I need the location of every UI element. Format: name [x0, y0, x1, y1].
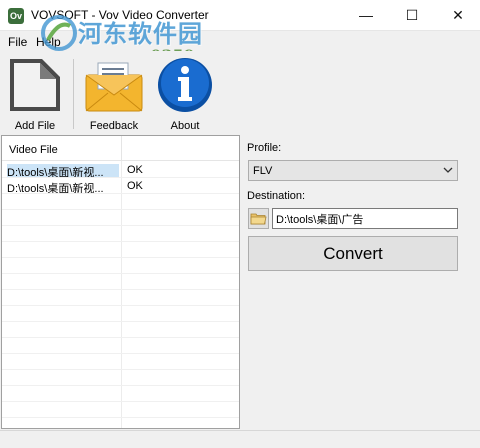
list-header: Video File — [2, 136, 239, 161]
empty-row — [2, 226, 239, 242]
empty-row — [2, 370, 239, 386]
empty-row — [2, 338, 239, 354]
empty-row — [2, 402, 239, 418]
app-icon[interactable]: Ov — [8, 8, 24, 24]
empty-row — [2, 210, 239, 226]
toolbar: Add File Feedback About — [0, 51, 480, 135]
title-bar: Ov VOVSOFT - Vov Video Converter — ☐ ✕ — [0, 0, 480, 31]
about-label: About — [170, 120, 200, 132]
menu-help[interactable]: Help — [36, 35, 61, 49]
empty-row — [2, 386, 239, 402]
maximize-button[interactable]: ☐ — [389, 0, 435, 30]
status-bar — [0, 430, 480, 448]
chevron-down-icon — [443, 167, 453, 173]
menu-file[interactable]: File — [8, 35, 27, 49]
destination-input[interactable] — [272, 208, 458, 229]
empty-row — [2, 194, 239, 210]
column-divider[interactable] — [121, 136, 122, 161]
empty-row — [2, 354, 239, 370]
add-file-label: Add File — [14, 120, 56, 132]
toolbar-separator — [73, 59, 74, 129]
destination-label: Destination: — [247, 190, 306, 202]
close-button[interactable]: ✕ — [435, 0, 480, 30]
profile-label: Profile: — [247, 142, 282, 154]
feedback-button[interactable]: Feedback — [80, 53, 148, 133]
empty-row — [2, 258, 239, 274]
feedback-label: Feedback — [89, 120, 139, 132]
row-file-path: D:\tools\桌面\新视... — [7, 183, 104, 193]
minimize-button[interactable]: — — [343, 0, 389, 30]
settings-panel: Profile: FLV Destination: Convert — [246, 135, 476, 429]
empty-row — [2, 274, 239, 290]
menu-bar: File Help — [0, 31, 480, 51]
folder-icon — [250, 213, 267, 225]
empty-row — [2, 290, 239, 306]
row-status: OK — [127, 164, 143, 176]
about-button[interactable]: About — [152, 53, 218, 133]
row-file-path: D:\tools\桌面\新视... — [7, 164, 119, 177]
add-file-button[interactable]: Add File — [4, 53, 66, 133]
convert-button[interactable]: Convert — [248, 236, 458, 271]
column-header-video-file[interactable]: Video File — [9, 144, 58, 156]
video-file-list[interactable]: Video File D:\tools\桌面\新视... OK D:\tools… — [1, 135, 240, 429]
profile-dropdown[interactable]: FLV — [248, 160, 458, 181]
info-icon — [158, 58, 212, 112]
browse-folder-button[interactable] — [248, 208, 269, 229]
row-status: OK — [127, 180, 143, 192]
add-file-icon — [10, 59, 60, 111]
feedback-envelope-icon — [85, 62, 143, 112]
window-title: VOVSOFT - Vov Video Converter — [31, 8, 209, 22]
empty-row — [2, 306, 239, 322]
profile-value: FLV — [253, 165, 273, 177]
empty-row — [2, 322, 239, 338]
table-row[interactable]: D:\tools\桌面\新视... OK — [2, 162, 239, 178]
table-row[interactable]: D:\tools\桌面\新视... OK — [2, 178, 239, 194]
empty-row — [2, 242, 239, 258]
